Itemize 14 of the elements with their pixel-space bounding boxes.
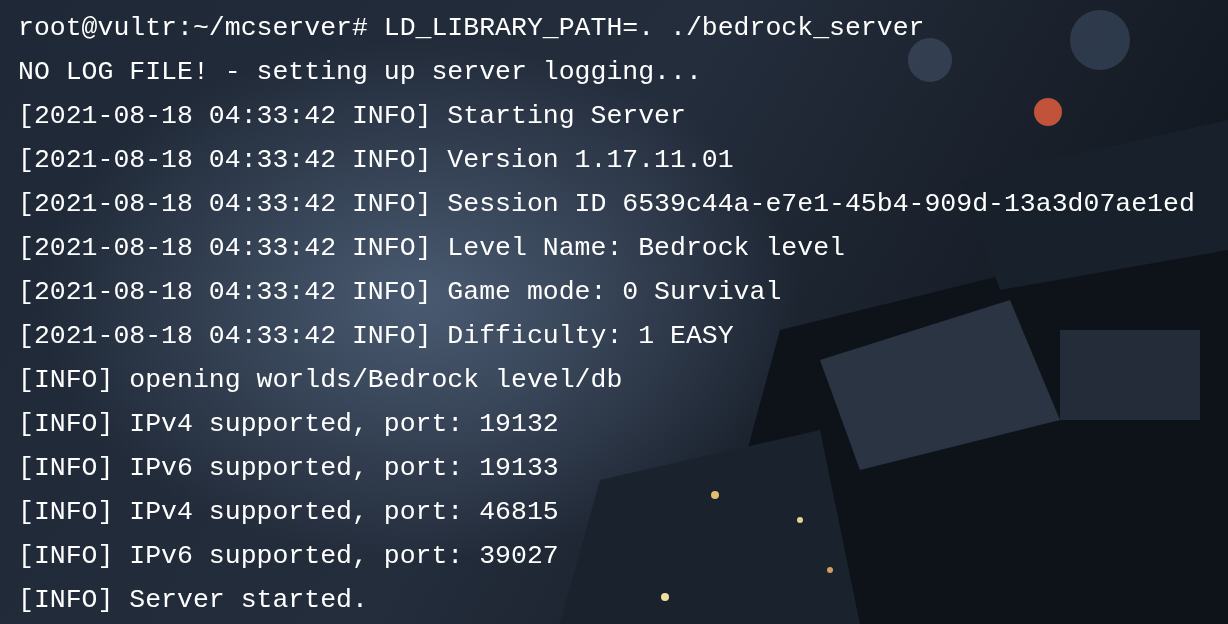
terminal-line: [2021-08-18 04:33:42 INFO] Game mode: 0 Survival xyxy=(18,276,782,309)
terminal-line: [INFO] IPv6 supported, port: 19133 xyxy=(18,452,559,485)
terminal-line: [INFO] IPv4 supported, port: 19132 xyxy=(18,408,559,441)
terminal-line: [2021-08-18 04:33:42 INFO] Session ID 6539c44a-e7e1-45b4-909d-13a3d07ae1ed xyxy=(18,188,1195,221)
terminal-line: [INFO] opening worlds/Bedrock level/db xyxy=(18,364,623,397)
terminal-line: [2021-08-18 04:33:42 INFO] Difficulty: 1 EASY xyxy=(18,320,734,353)
terminal-line: [2021-08-18 04:33:42 INFO] Level Name: Bedrock level xyxy=(18,232,845,265)
terminal-line: [INFO] Server started. xyxy=(18,584,368,617)
terminal-line: [2021-08-18 04:33:42 INFO] Starting Server xyxy=(18,100,686,133)
terminal-line: [2021-08-18 04:33:42 INFO] Version 1.17.11.01 xyxy=(18,144,734,177)
terminal-line: [INFO] IPv4 supported, port: 46815 xyxy=(18,496,559,529)
terminal-line: [INFO] IPv6 supported, port: 39027 xyxy=(18,540,559,573)
terminal-line: NO LOG FILE! - setting up server logging... xyxy=(18,56,702,89)
terminal-line: root@vultr:~/mcserver# LD_LIBRARY_PATH=. ./bedrock_server xyxy=(18,12,925,45)
